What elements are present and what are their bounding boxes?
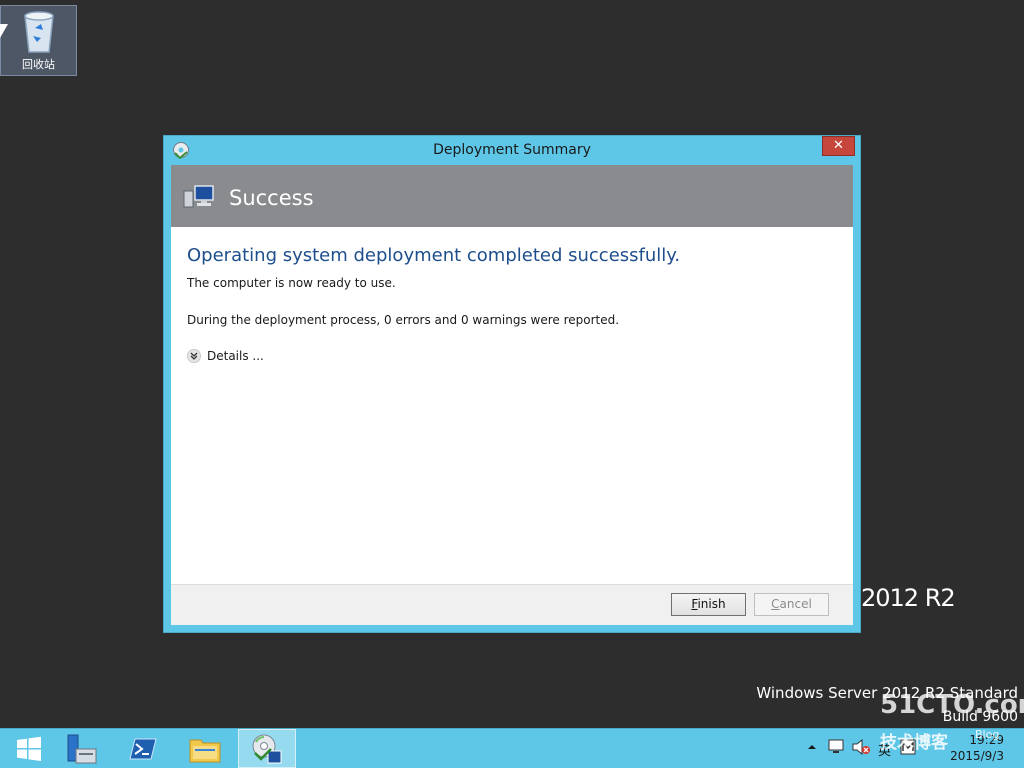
cancel-mnemonic: C <box>771 597 780 611</box>
details-expander[interactable]: Details ... <box>187 349 837 363</box>
clock-date: 2015/9/3 <box>950 749 1004 763</box>
watermark-blog: Blog <box>975 728 1000 741</box>
os-branding: 2012 R2 <box>861 584 956 612</box>
recycle-bin-label: 回收站 <box>22 58 55 71</box>
dialog-titlebar[interactable]: Deployment Summary ✕ <box>164 136 860 165</box>
errors-warnings-message: During the deployment process, 0 errors … <box>187 313 620 327</box>
details-label: Details ... <box>207 349 264 363</box>
start-icon <box>17 736 41 761</box>
deployment-icon <box>252 734 282 763</box>
start-button[interactable] <box>0 729 58 768</box>
watermark-tagline: 技术博客 <box>880 733 948 753</box>
dialog-content: Operating system deployment completed su… <box>171 227 853 363</box>
deployment-summary-dialog: Deployment Summary ✕ Success Operating s… <box>163 135 861 633</box>
cancel-button[interactable]: Cancel <box>754 593 829 616</box>
dialog-title: Deployment Summary <box>433 142 591 158</box>
finish-button[interactable]: Finish <box>671 593 746 616</box>
show-hidden-icons-chevron-up-icon[interactable] <box>808 741 816 754</box>
server-manager-button[interactable] <box>52 729 110 768</box>
cancel-label: ancel <box>779 597 812 611</box>
powershell-button[interactable] <box>114 729 172 768</box>
file-explorer-icon <box>189 739 221 762</box>
network-icon[interactable] <box>828 739 844 758</box>
watermark-logo: 51CTO.com <box>880 690 1024 720</box>
recycle-bin-shortcut[interactable]: 回收站 <box>0 5 77 76</box>
result-headline: Operating system deployment completed su… <box>187 245 681 266</box>
volume-muted-icon[interactable] <box>852 738 870 758</box>
status-banner: Success <box>171 165 853 227</box>
mouse-cursor <box>0 24 8 38</box>
close-button[interactable]: ✕ <box>822 136 855 156</box>
powershell-icon <box>129 738 157 759</box>
dialog-footer: Finish Cancel <box>171 584 853 625</box>
banner-heading: Success <box>229 186 314 210</box>
computer-icon <box>183 185 215 209</box>
deployment-task-button[interactable] <box>238 729 296 768</box>
taskbar: 英 19:29 2015/9/3 <box>0 728 1024 768</box>
finish-label: inish <box>697 597 726 611</box>
file-explorer-button[interactable] <box>176 729 234 768</box>
ready-message: The computer is now ready to use. <box>187 276 396 290</box>
dialog-client-area: Success Operating system deployment comp… <box>171 165 853 625</box>
chevron-down-icon <box>187 349 201 363</box>
recycle-bin-icon <box>21 10 57 54</box>
server-manager-icon <box>67 734 97 763</box>
